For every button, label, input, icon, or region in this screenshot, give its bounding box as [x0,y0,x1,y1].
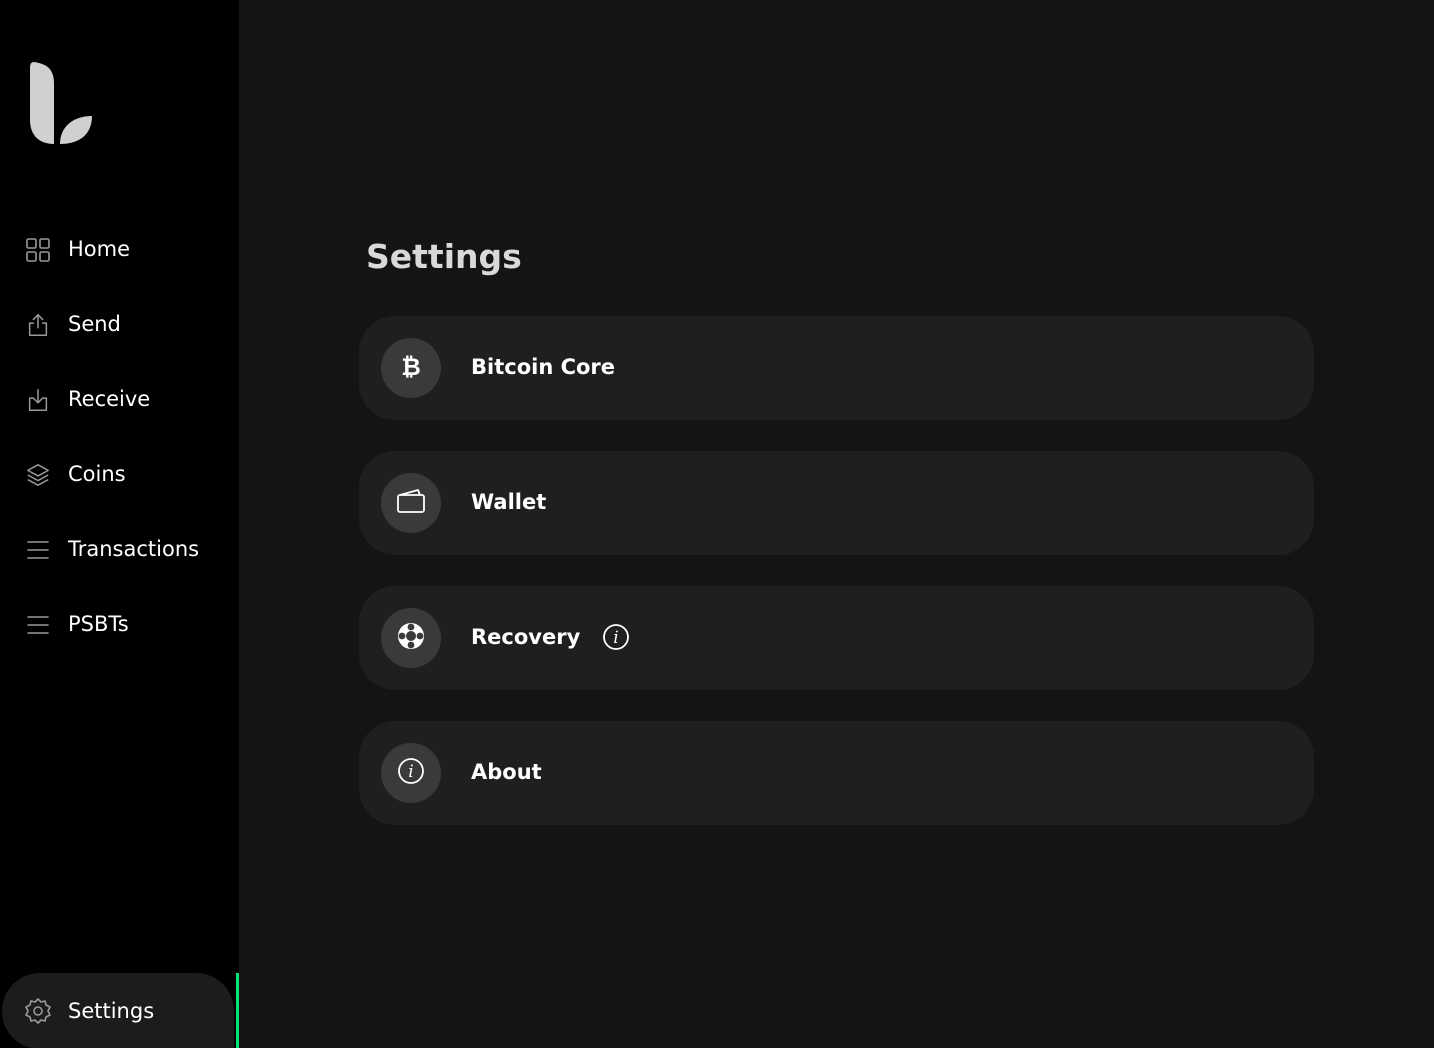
card-label: Recovery [471,625,581,649]
card-label: About [471,760,542,784]
svg-text:i: i [408,762,413,782]
sidebar-item-label: Coins [68,462,126,486]
sidebar-item-coins[interactable]: Coins [0,454,239,494]
sidebar: Home Send Receive Coins Transactions PSB… [0,0,239,1048]
sidebar-item-label: Transactions [68,537,200,561]
settings-card-recovery[interactable]: Recovery i [359,586,1314,690]
icon-circle: i [381,743,441,803]
upload-icon [25,312,51,338]
recovery-info-icon[interactable]: i [601,622,631,652]
icon-circle [381,608,441,668]
card-label: Wallet [471,490,547,514]
gear-icon [24,997,52,1025]
settings-card-bitcoin-core[interactable]: ₿ Bitcoin Core [359,316,1314,420]
sidebar-item-home[interactable]: Home [0,229,239,269]
sidebar-item-psbts[interactable]: PSBTs [0,604,239,644]
sidebar-item-settings[interactable]: Settings [2,973,234,1048]
leaf-logo-icon[interactable] [24,60,96,150]
info-icon: i [396,756,426,790]
card-label: Bitcoin Core [471,355,616,379]
page-title: Settings [366,237,522,276]
sidebar-item-transactions[interactable]: Transactions [0,529,239,569]
list-icon [25,612,51,638]
lifebuoy-icon [396,621,426,655]
app-window: Home Send Receive Coins Transactions PSB… [0,0,1434,1048]
sidebar-item-label: Settings [68,999,155,1023]
sidebar-item-receive[interactable]: Receive [0,379,239,419]
active-indicator [236,973,239,1048]
settings-card-about[interactable]: i About [359,721,1314,825]
list-icon [25,537,51,563]
icon-circle [381,473,441,533]
sidebar-item-label: Home [68,237,131,261]
icon-circle: ₿ [381,338,441,398]
layers-icon [25,462,51,488]
sidebar-item-label: PSBTs [68,612,129,636]
wallet-icon [396,488,426,518]
sidebar-item-send[interactable]: Send [0,304,239,344]
bitcoin-icon: ₿ [399,352,423,384]
settings-card-wallet[interactable]: Wallet [359,451,1314,555]
sidebar-item-label: Receive [68,387,151,411]
grid-icon [25,237,51,263]
svg-text:₿: ₿ [401,353,421,380]
download-icon [25,387,51,413]
svg-text:i: i [613,628,618,648]
sidebar-item-label: Send [68,312,121,336]
